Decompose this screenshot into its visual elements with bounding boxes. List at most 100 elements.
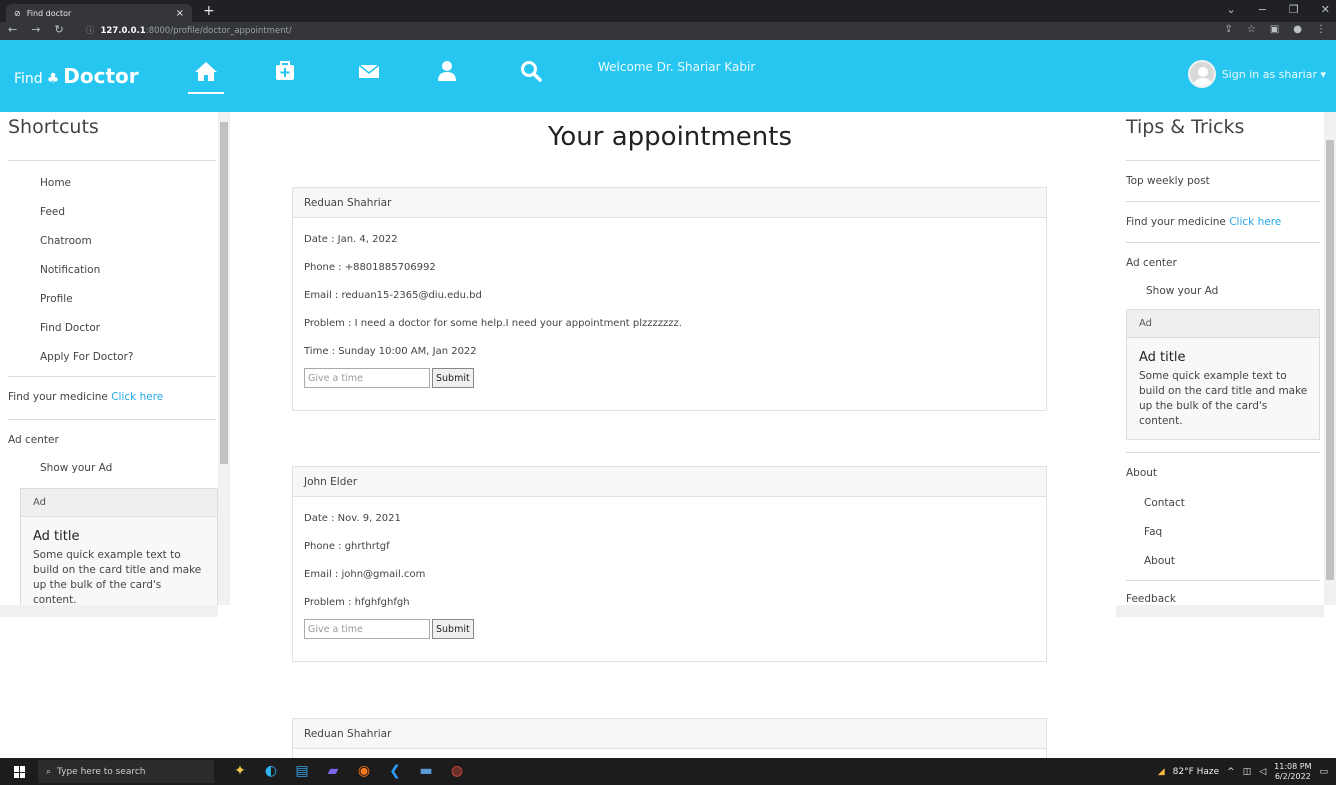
about-contact-link[interactable]: Contact (1116, 489, 1336, 518)
scrollbar-thumb[interactable] (1326, 140, 1334, 580)
restore-icon[interactable]: ❐ (1289, 3, 1299, 16)
browser-tab-bar: ⊘ Find doctor × + ⌄ − ❐ ✕ (0, 0, 1336, 22)
forward-icon[interactable]: → (31, 23, 40, 36)
widgets-icon[interactable]: ✦ (230, 761, 250, 781)
chrome-icon[interactable]: ◍ (447, 761, 467, 781)
browser-nav: ← → ↻ (8, 23, 64, 36)
ad-card: Ad Ad title Some quick example text to b… (20, 488, 218, 617)
scrollbar-thumb[interactable] (220, 122, 228, 464)
appointment-phone: Phone : +8801885706992 (304, 262, 436, 273)
bookmark-star-icon[interactable]: ☆ (1247, 24, 1256, 35)
site-info-icon[interactable]: ⓘ (86, 26, 95, 36)
signin-label[interactable]: Sign in as shariar ▾ (1222, 68, 1326, 81)
edge-icon[interactable]: ◐ (261, 761, 281, 781)
network-icon[interactable]: ◫ (1243, 767, 1252, 777)
ad-center-label: Ad center (8, 434, 59, 446)
user-md-brand-icon: ♣ (46, 71, 60, 87)
os-taskbar: ⌕ Type here to search ✦ ◐ ▤ ▰ ◉ ❮ ▬ ◍ ◢ … (0, 758, 1336, 785)
ad-card-header: Ad (1127, 310, 1319, 338)
weather-text[interactable]: 82°F Haze (1173, 767, 1220, 777)
medkit-icon[interactable] (274, 60, 296, 88)
home-icon[interactable] (188, 60, 224, 94)
clock-date: 6/2/2022 (1274, 772, 1311, 781)
vscode-icon[interactable]: ❮ (385, 761, 405, 781)
appointment-date: Date : Jan. 4, 2022 (304, 234, 398, 245)
show-ad-link[interactable]: Show your Ad (1116, 277, 1336, 305)
windows-start-icon[interactable] (14, 766, 26, 778)
shortcut-find-doctor[interactable]: Find Doctor (40, 314, 230, 343)
patient-name: John Elder (293, 467, 1046, 497)
taskbar-search-placeholder: Type here to search (57, 766, 146, 777)
share-icon[interactable]: ⇪ (1224, 24, 1232, 35)
envelope-icon[interactable] (358, 60, 380, 88)
url-host: 127.0.0.1 (100, 26, 146, 36)
globe-icon: ⊘ (14, 8, 21, 18)
user-md-icon[interactable] (436, 60, 458, 88)
tray-chevron-icon[interactable]: ^ (1227, 767, 1235, 777)
reload-icon[interactable]: ↻ (54, 23, 63, 36)
right-sidebar: Tips & Tricks Top weekly post Find your … (1116, 112, 1336, 617)
volume-icon[interactable]: ◁ (1259, 767, 1266, 777)
shortcut-home[interactable]: Home (40, 169, 230, 198)
back-icon[interactable]: ← (8, 23, 17, 36)
give-time-form: Submit (304, 368, 1035, 388)
shortcut-notification[interactable]: Notification (40, 256, 230, 285)
brand-prefix: Find (14, 71, 43, 87)
appointment-card: Reduan Shahriar Date : Jan. 4, 2022 Phon… (292, 187, 1047, 411)
submit-button[interactable]: Submit (432, 368, 474, 388)
window-controls: ⌄ − ❐ ✕ (1226, 3, 1330, 16)
medicine-link[interactable]: Click here (1229, 216, 1281, 228)
url-field[interactable]: ⓘ 127.0.0.1:8000/profile/doctor_appointme… (86, 24, 292, 36)
left-sidebar-hscrollbar[interactable] (0, 605, 218, 617)
brand-logo[interactable]: Find ♣ Doctor (14, 64, 139, 88)
right-sidebar-scrollbar[interactable] (1324, 112, 1336, 605)
close-window-icon[interactable]: ✕ (1321, 3, 1330, 16)
sidepanel-icon[interactable]: ▣ (1270, 24, 1279, 35)
shortcut-chatroom[interactable]: Chatroom (40, 227, 230, 256)
give-time-input[interactable] (304, 368, 430, 388)
appointment-email: Email : john@gmail.com (304, 569, 426, 580)
tab-title: Find doctor (26, 8, 72, 18)
submit-button[interactable]: Submit (432, 619, 474, 639)
minimize-icon[interactable]: − (1258, 3, 1267, 16)
browser-tab[interactable]: ⊘ Find doctor × (6, 4, 192, 22)
patient-name: Reduan Shahriar (293, 188, 1046, 218)
taskbar-clock[interactable]: 11:08 PM 6/2/2022 (1274, 762, 1311, 782)
appointment-time: Time : Sunday 10:00 AM, Jan 2022 (304, 346, 477, 357)
left-sidebar-scrollbar[interactable] (218, 112, 230, 605)
about-faq-link[interactable]: Faq (1116, 518, 1336, 547)
shortcut-apply-doctor[interactable]: Apply For Doctor? (40, 343, 230, 372)
profile-icon[interactable]: ● (1293, 24, 1302, 35)
tab-close-icon[interactable]: × (176, 8, 184, 19)
search-icon[interactable] (520, 60, 542, 88)
file-explorer-icon[interactable]: ▬ (416, 761, 436, 781)
menu-kebab-icon[interactable]: ⋮ (1316, 24, 1326, 35)
about-about-link[interactable]: About (1116, 547, 1336, 576)
show-ad-link[interactable]: Show your Ad (0, 456, 230, 488)
give-time-input[interactable] (304, 619, 430, 639)
user-menu[interactable]: Sign in as shariar ▾ (1187, 60, 1326, 88)
appointment-problem: Problem : hfghfghfgh (304, 597, 410, 608)
avatar[interactable] (1187, 60, 1216, 88)
tips-heading: Tips & Tricks (1126, 116, 1245, 138)
right-sidebar-hscrollbar[interactable] (1116, 605, 1324, 617)
browser-actions: ⇪ ☆ ▣ ● ⋮ (1224, 24, 1326, 35)
notifications-icon[interactable]: ▭ (1319, 767, 1328, 777)
medicine-link[interactable]: Click here (111, 391, 163, 403)
new-tab-button[interactable]: + (203, 3, 215, 19)
main-content: Your appointments Reduan Shahriar Date :… (230, 112, 1110, 758)
store-icon[interactable]: ▤ (292, 761, 312, 781)
taskbar-search[interactable]: ⌕ Type here to search (38, 760, 214, 783)
shortcuts-heading: Shortcuts (8, 116, 99, 138)
firefox-icon[interactable]: ◉ (354, 761, 374, 781)
address-bar: ← → ↻ ⓘ 127.0.0.1:8000/profile/doctor_app… (0, 22, 1336, 40)
medicine-line: Find your medicine Click here (0, 377, 230, 419)
top-weekly-post[interactable]: Top weekly post (1116, 161, 1336, 201)
app-icon[interactable]: ▰ (323, 761, 343, 781)
shortcut-feed[interactable]: Feed (40, 198, 230, 227)
shortcut-profile[interactable]: Profile (40, 285, 230, 314)
medicine-line: Find your medicine Click here (1116, 202, 1336, 242)
tab-search-icon[interactable]: ⌄ (1226, 3, 1235, 16)
appointment-card: Reduan Shahriar (292, 718, 1047, 758)
patient-name: Reduan Shahriar (293, 719, 1046, 749)
